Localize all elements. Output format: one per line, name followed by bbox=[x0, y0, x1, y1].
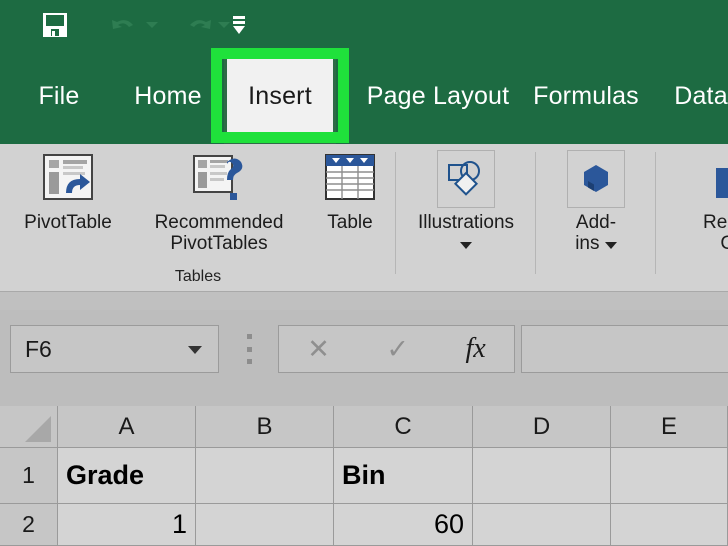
cell-A2[interactable]: 1 bbox=[58, 504, 196, 546]
cancel-icon[interactable]: ✕ bbox=[307, 334, 330, 365]
chevron-down-icon[interactable] bbox=[188, 346, 202, 354]
cell-E1[interactable] bbox=[611, 448, 728, 504]
cell-D1[interactable] bbox=[473, 448, 611, 504]
group-label-tables: Tables bbox=[0, 268, 396, 286]
table-icon bbox=[321, 150, 379, 208]
pivot-table-label: PivotTable bbox=[24, 212, 112, 233]
tab-data[interactable]: Data bbox=[658, 48, 728, 144]
row-header-1[interactable]: 1 bbox=[0, 448, 58, 504]
worksheet-grid: ABCDE 12 Grade Bin 1 60 bbox=[0, 406, 728, 546]
chevron-down-icon[interactable] bbox=[605, 242, 617, 249]
cell-C2[interactable]: 60 bbox=[334, 504, 473, 546]
insert-function-icon[interactable]: fx bbox=[466, 333, 486, 365]
excel-window: File Home Insert Page Layout Formulas Da… bbox=[0, 0, 728, 546]
redo-icon[interactable] bbox=[185, 13, 213, 37]
add-ins-icon bbox=[567, 150, 625, 208]
tab-file[interactable]: File bbox=[14, 48, 104, 144]
recommended-pivottables-label: Recommended PivotTables bbox=[155, 212, 284, 255]
ribbon-group-charts: ? Recomm Char bbox=[656, 144, 728, 292]
name-box[interactable]: F6 bbox=[10, 325, 219, 373]
column-header-e[interactable]: E bbox=[611, 406, 728, 448]
formula-bar: F6 ✕ ✓ fx bbox=[0, 310, 728, 406]
ribbon-group-illustrations: Illustrations bbox=[396, 144, 536, 292]
table-button[interactable]: Table bbox=[312, 150, 388, 233]
save-icon[interactable] bbox=[42, 12, 68, 38]
row-header-2[interactable]: 2 bbox=[0, 504, 58, 546]
undo-dropdown-icon[interactable] bbox=[146, 22, 158, 28]
recommended-charts-label: Recomm Char bbox=[703, 212, 728, 255]
illustrations-button[interactable]: Illustrations bbox=[410, 150, 522, 255]
recommended-pivottables-button[interactable]: Recommended PivotTables bbox=[128, 150, 310, 255]
cell-B1[interactable] bbox=[196, 448, 334, 504]
name-box-value: F6 bbox=[25, 336, 52, 363]
select-all-corner[interactable] bbox=[0, 406, 58, 448]
illustrations-label: Illustrations bbox=[418, 212, 514, 255]
ribbon-group-tables: PivotTable bbox=[0, 144, 396, 292]
add-ins-label: Add- ins bbox=[575, 212, 617, 255]
ribbon-group-addins: Add- ins bbox=[536, 144, 656, 292]
recommended-charts-icon: ? bbox=[712, 150, 728, 208]
title-bar bbox=[0, 0, 728, 48]
tab-insert[interactable]: Insert bbox=[224, 48, 336, 144]
select-all-triangle-icon bbox=[25, 416, 51, 442]
cell-B2[interactable] bbox=[196, 504, 334, 546]
formula-bar-buttons: ✕ ✓ fx bbox=[278, 325, 515, 373]
ribbon-body: PivotTable bbox=[0, 144, 728, 292]
table-label: Table bbox=[327, 212, 372, 233]
tab-page-layout[interactable]: Page Layout bbox=[348, 48, 528, 144]
enter-icon[interactable]: ✓ bbox=[386, 334, 409, 365]
tab-home[interactable]: Home bbox=[118, 48, 218, 144]
cell-A1[interactable]: Grade bbox=[58, 448, 196, 504]
ribbon-bottom-strip bbox=[0, 292, 728, 310]
formula-input[interactable] bbox=[521, 325, 728, 373]
column-header-d[interactable]: D bbox=[473, 406, 611, 448]
column-header-a[interactable]: A bbox=[58, 406, 196, 448]
column-header-c[interactable]: C bbox=[334, 406, 473, 448]
cell-E2[interactable] bbox=[611, 504, 728, 546]
ribbon-tab-strip: File Home Insert Page Layout Formulas Da… bbox=[0, 48, 728, 144]
illustrations-icon bbox=[437, 150, 495, 208]
pivot-table-button[interactable]: PivotTable bbox=[12, 150, 124, 233]
undo-icon[interactable] bbox=[110, 13, 138, 37]
formula-bar-grip[interactable] bbox=[247, 334, 252, 364]
customize-quick-access-toolbar-icon[interactable] bbox=[227, 14, 251, 36]
add-ins-button[interactable]: Add- ins bbox=[554, 150, 638, 255]
cell-D2[interactable] bbox=[473, 504, 611, 546]
pivot-table-icon bbox=[39, 150, 97, 208]
recommended-charts-button[interactable]: ? Recomm Char bbox=[666, 150, 728, 255]
recommended-pivottables-icon bbox=[190, 150, 248, 208]
chevron-down-icon[interactable] bbox=[460, 242, 472, 249]
cell-C1[interactable]: Bin bbox=[334, 448, 473, 504]
tab-formulas[interactable]: Formulas bbox=[520, 48, 652, 144]
column-header-b[interactable]: B bbox=[196, 406, 334, 448]
